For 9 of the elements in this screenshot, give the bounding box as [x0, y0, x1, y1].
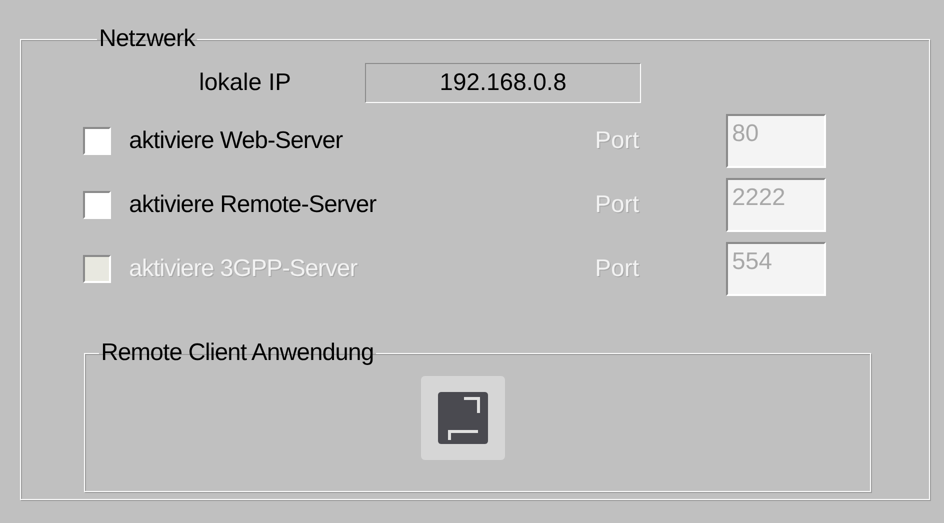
group-title: Netzwerk [98, 26, 196, 52]
checkbox-label[interactable]: aktiviere Web-Server [129, 127, 595, 155]
save-button[interactable] [420, 376, 504, 460]
checkbox-label[interactable]: aktiviere Remote-Server [129, 191, 595, 219]
ip-label: lokale IP [199, 69, 292, 97]
checkbox[interactable] [83, 127, 111, 155]
ip-field: 192.168.0.8 [365, 63, 642, 103]
group-title: Remote Client Anwendung [100, 340, 375, 366]
checkbox[interactable] [83, 191, 111, 219]
